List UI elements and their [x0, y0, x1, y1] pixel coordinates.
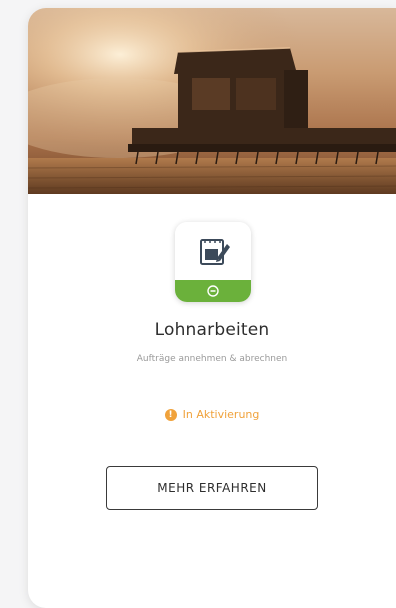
status-badge: ! In Aktivierung — [28, 408, 396, 421]
product-subtitle: Aufträge annehmen & abrechnen — [136, 354, 288, 364]
more-info-button[interactable]: MEHR ERFAHREN — [106, 466, 318, 510]
minus-circle-icon — [207, 285, 219, 297]
combine-harvester-image — [28, 8, 396, 194]
product-title: Lohnarbeiten — [154, 320, 270, 340]
product-card: Lohnarbeiten Aufträge annehmen & abrechn… — [28, 8, 396, 608]
info-icon: ! — [164, 408, 177, 421]
app-icon — [175, 222, 251, 302]
app-icon-status-bar — [175, 280, 251, 302]
notepad-pencil-icon — [200, 239, 230, 265]
hero-image — [28, 8, 396, 194]
app-icon-top — [175, 222, 251, 280]
status-text: In Aktivierung — [182, 408, 260, 421]
